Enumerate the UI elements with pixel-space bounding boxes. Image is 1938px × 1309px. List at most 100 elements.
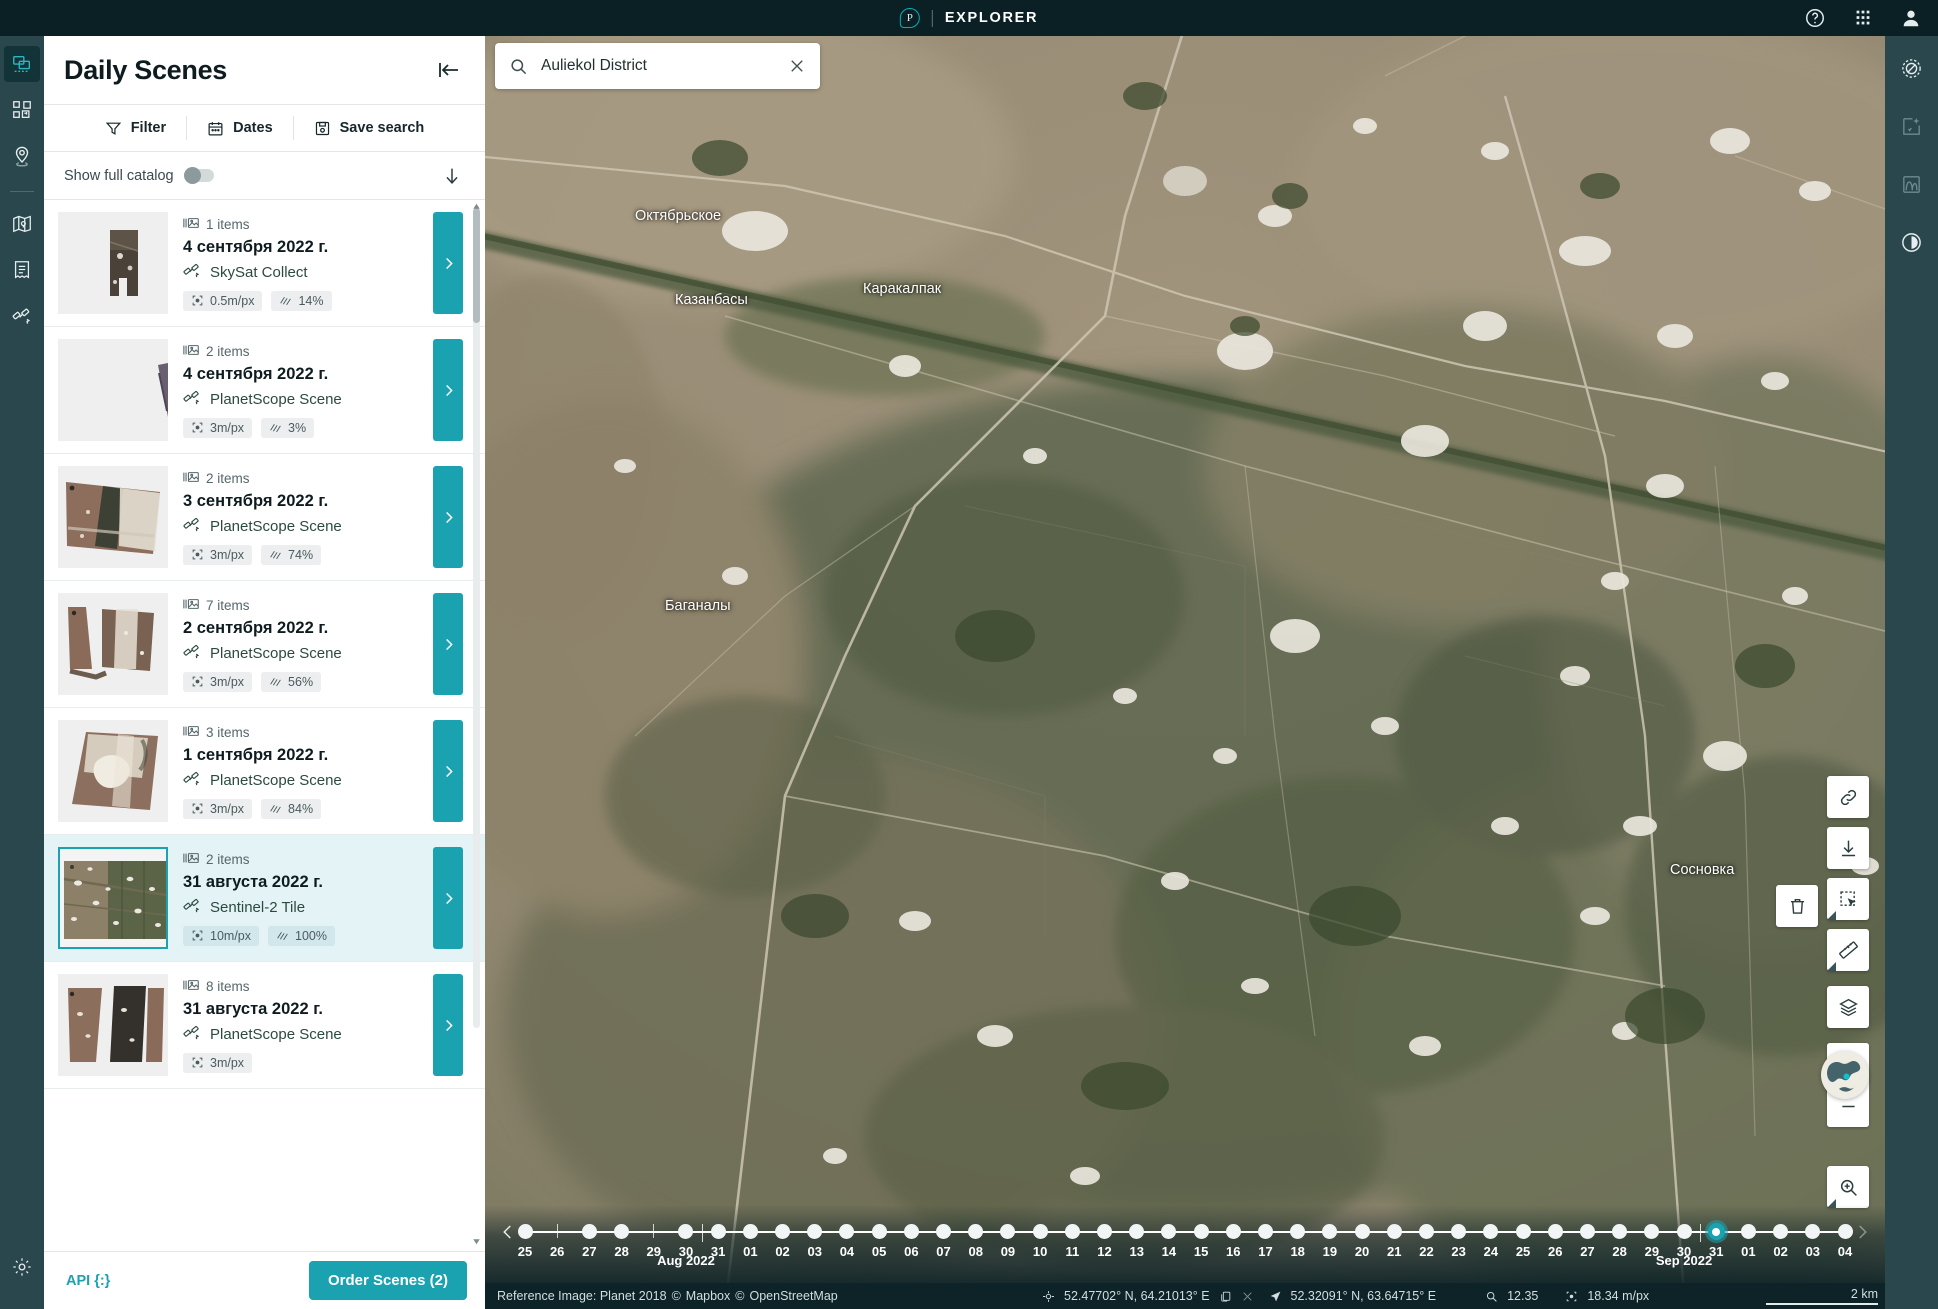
share-link-button[interactable] [1827, 776, 1869, 818]
timeline-day-dot[interactable] [1290, 1224, 1305, 1239]
map-search-box[interactable] [495, 43, 820, 89]
expand-scene-button[interactable] [433, 974, 463, 1076]
timeline-day-dot[interactable] [1000, 1224, 1015, 1239]
clear-coordinates-icon[interactable] [1241, 1290, 1254, 1303]
expand-scene-button[interactable] [433, 212, 463, 314]
sidebar-item-places[interactable] [4, 138, 40, 174]
timeline-next-button[interactable] [1853, 1221, 1871, 1243]
settings-gear-icon[interactable] [4, 1249, 40, 1285]
timeline-day-dot[interactable] [1612, 1224, 1627, 1239]
sort-order-button[interactable] [441, 165, 463, 187]
timeline-day-dot[interactable] [1097, 1224, 1112, 1239]
timeline-day-dot[interactable] [1226, 1224, 1241, 1239]
timeline-day-dot[interactable] [1161, 1224, 1176, 1239]
sidebar-item-tasking[interactable] [4, 298, 40, 334]
scene-card[interactable]: 2 items3 сентября 2022 г.PlanetScope Sce… [44, 454, 485, 581]
timeline-day-dot[interactable] [1773, 1224, 1788, 1239]
timeline-day-dot[interactable] [1708, 1223, 1725, 1240]
collapse-panel-button[interactable] [437, 58, 461, 82]
timeline-day-dot[interactable] [711, 1224, 726, 1239]
sidebar-item-my-maps[interactable] [4, 206, 40, 242]
scene-list-scrollbar-thumb[interactable] [473, 208, 480, 323]
timeline-day-dot[interactable] [1355, 1224, 1370, 1239]
api-link[interactable]: API {:} [66, 1273, 110, 1289]
measure-button[interactable] [1827, 929, 1869, 971]
scene-thumbnail[interactable] [58, 974, 168, 1076]
timeline-day-dot[interactable] [1129, 1224, 1144, 1239]
timeline-day-dot[interactable] [1548, 1224, 1563, 1239]
zoom-to-area-button[interactable] [1827, 1166, 1869, 1208]
scene-card[interactable]: 2 items4 сентября 2022 г.PlanetScope Sce… [44, 327, 485, 454]
timeline-day-dot[interactable] [743, 1224, 758, 1239]
timeline-day-dot[interactable] [839, 1224, 854, 1239]
save-search-button[interactable]: Save search [294, 120, 445, 137]
timeline-day-dot[interactable] [807, 1224, 822, 1239]
timeline-day-dot[interactable] [1677, 1224, 1692, 1239]
timeline-day-dot[interactable] [775, 1224, 790, 1239]
map-viewport[interactable]: ОктябрьскоеКазанбасыКаракалпакБаганалыСо… [485, 36, 1885, 1309]
help-icon[interactable] [1804, 7, 1826, 29]
sidebar-item-orders[interactable] [4, 252, 40, 288]
timeline-day-dot[interactable] [936, 1224, 951, 1239]
close-icon[interactable] [788, 57, 806, 75]
timeline-day-dot[interactable] [1580, 1224, 1595, 1239]
timeline-day-dot[interactable] [1419, 1224, 1434, 1239]
layers-button[interactable] [1827, 986, 1869, 1028]
scroll-down-arrow-icon[interactable] [471, 1234, 482, 1245]
histogram-icon[interactable] [1894, 166, 1930, 202]
scene-results-list[interactable]: 1 items4 сентября 2022 г.SkySat Collect0… [44, 200, 485, 1251]
scene-thumbnail[interactable] [58, 593, 168, 695]
timeline-day-dot[interactable] [1033, 1224, 1048, 1239]
date-timeline[interactable]: 2526272829303101020304050607080910111213… [485, 1205, 1885, 1283]
delete-aoi-button[interactable] [1776, 885, 1818, 927]
expand-scene-button[interactable] [433, 593, 463, 695]
timeline-day-dot[interactable] [1065, 1224, 1080, 1239]
timeline-day-dot[interactable] [518, 1224, 533, 1239]
scene-thumbnail[interactable] [58, 466, 168, 568]
timeline-day-dot[interactable] [1387, 1224, 1402, 1239]
dates-button[interactable]: Dates [187, 120, 293, 137]
expand-scene-button[interactable] [433, 466, 463, 568]
mapbox-attribution[interactable]: Mapbox [686, 1289, 730, 1303]
timeline-day-dot[interactable] [1838, 1224, 1853, 1239]
timeline-day-dot[interactable] [678, 1224, 693, 1239]
scene-thumbnail[interactable] [58, 720, 168, 822]
expand-scene-button[interactable] [433, 847, 463, 949]
timeline-day-dot[interactable] [872, 1224, 887, 1239]
timeline-day-dot[interactable] [1644, 1224, 1659, 1239]
show-full-catalog-toggle[interactable] [184, 169, 214, 182]
scene-list-scrollbar-track[interactable] [473, 208, 480, 1028]
apps-grid-icon[interactable] [1852, 7, 1874, 29]
timeline-day-dot[interactable] [1805, 1224, 1820, 1239]
order-scenes-button[interactable]: Order Scenes (2) [309, 1261, 467, 1300]
timeline-day-dot[interactable] [1194, 1224, 1209, 1239]
scene-card[interactable]: 1 items4 сентября 2022 г.SkySat Collect0… [44, 200, 485, 327]
timeline-day-dot[interactable] [1322, 1224, 1337, 1239]
copy-icon[interactable] [1219, 1290, 1232, 1303]
timeline-prev-button[interactable] [499, 1221, 517, 1243]
timeline-day-dot[interactable] [1483, 1224, 1498, 1239]
timeline-day-dot[interactable] [1516, 1224, 1531, 1239]
scene-card[interactable]: 2 items31 августа 2022 г.Sentinel-2 Tile… [44, 835, 485, 962]
user-account-icon[interactable] [1900, 7, 1922, 29]
timeline-day-dot[interactable] [904, 1224, 919, 1239]
scene-card[interactable]: 7 items2 сентября 2022 г.PlanetScope Sce… [44, 581, 485, 708]
scene-thumbnail[interactable] [58, 212, 168, 314]
timeline-day-dot[interactable] [614, 1224, 629, 1239]
osm-attribution[interactable]: OpenStreetMap [749, 1289, 837, 1303]
timeline-day-dot[interactable] [582, 1224, 597, 1239]
scene-card[interactable]: 8 items31 августа 2022 г.PlanetScope Sce… [44, 962, 485, 1089]
filter-button[interactable]: Filter [85, 120, 186, 137]
search-input[interactable] [541, 57, 788, 75]
expand-scene-button[interactable] [433, 339, 463, 441]
sidebar-item-basemaps[interactable] [4, 92, 40, 128]
select-area-button[interactable] [1827, 878, 1869, 920]
timeline-day-dot[interactable] [1741, 1224, 1756, 1239]
compare-tool-icon[interactable] [1894, 50, 1930, 86]
scroll-up-arrow-icon[interactable] [471, 200, 482, 210]
scene-thumbnail[interactable] [58, 847, 168, 949]
expand-scene-button[interactable] [433, 720, 463, 822]
scene-card[interactable]: 3 items1 сентября 2022 г.PlanetScope Sce… [44, 708, 485, 835]
globe-overview-button[interactable] [1821, 1051, 1869, 1099]
timeline-day-dot[interactable] [1258, 1224, 1273, 1239]
